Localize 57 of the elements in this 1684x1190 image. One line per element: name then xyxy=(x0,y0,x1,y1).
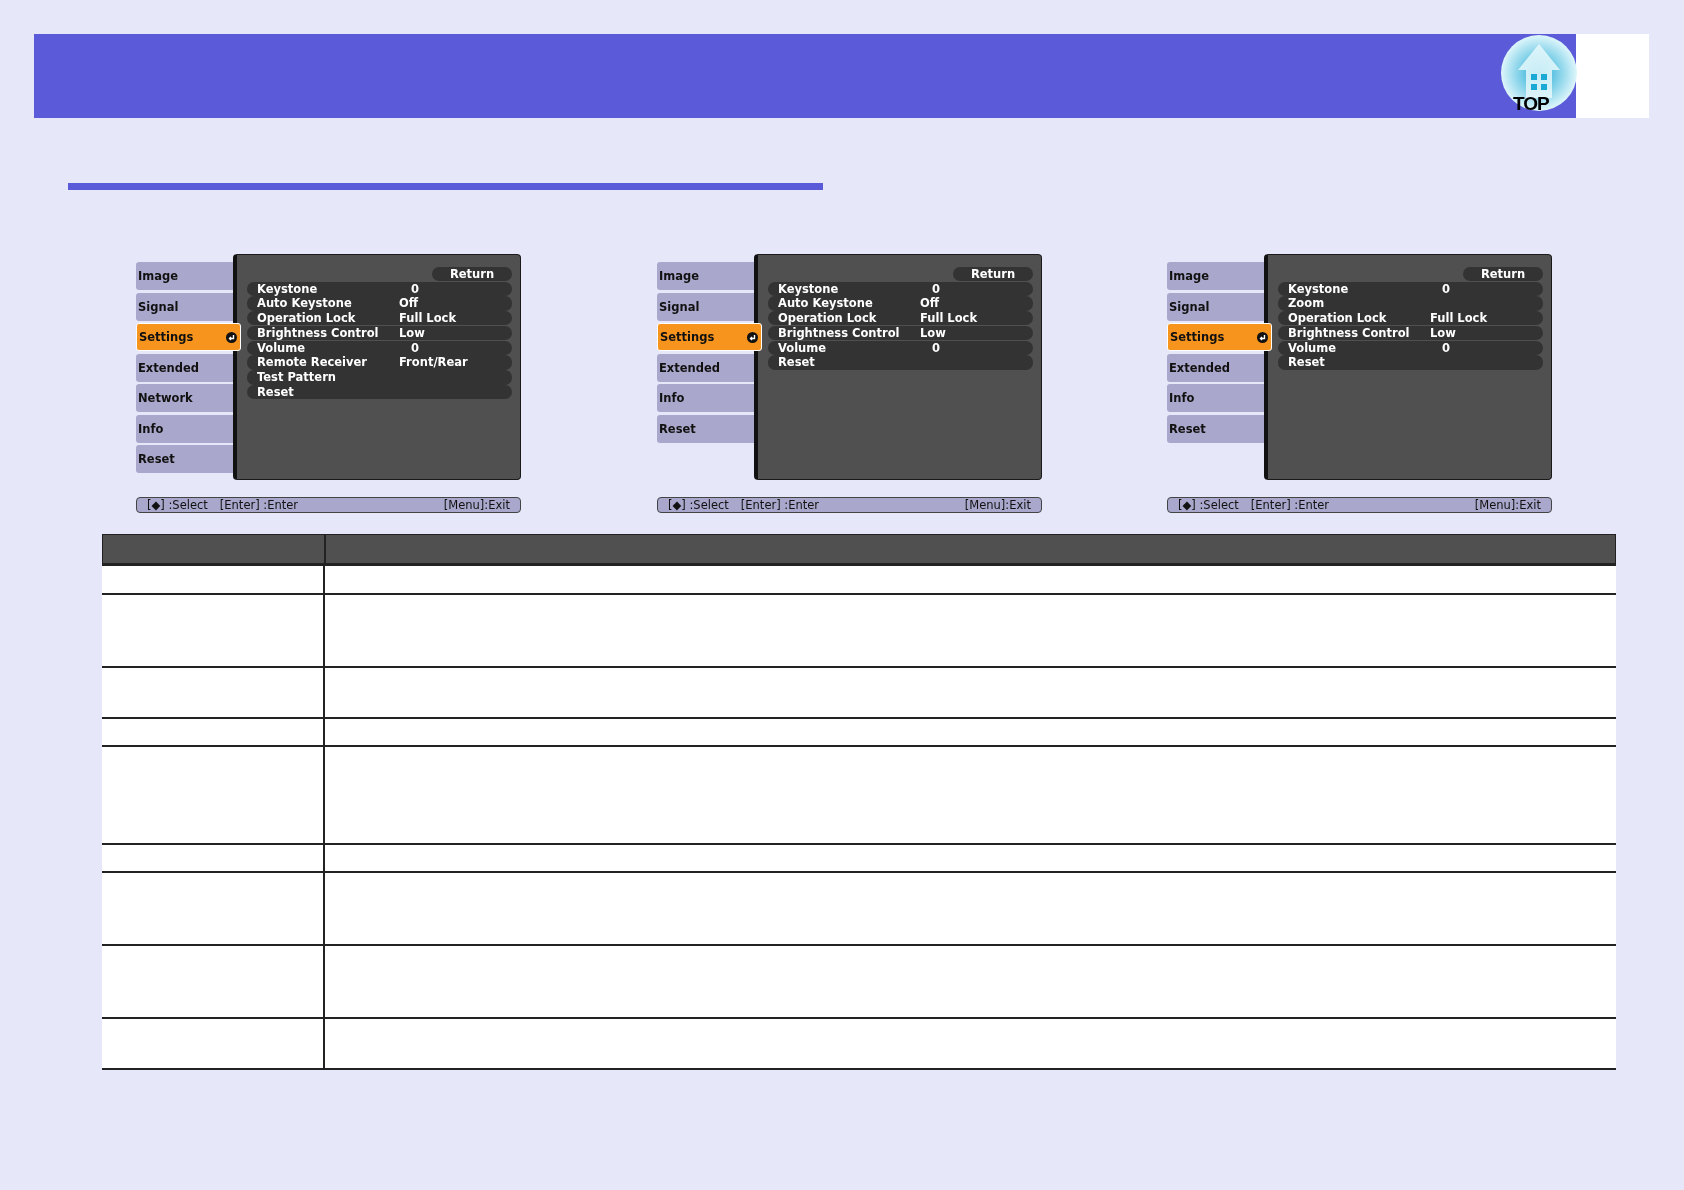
menu-tab[interactable]: Signal xyxy=(1167,292,1264,321)
menu-item[interactable]: Zoom xyxy=(1278,296,1543,311)
enter-icon xyxy=(1257,331,1268,343)
menu-tab[interactable]: Image xyxy=(1167,262,1264,290)
select-hint: [◆] :Select xyxy=(668,498,729,512)
menu-item[interactable]: Operation Lock Full Lock xyxy=(1278,311,1543,326)
menu-item[interactable]: Operation Lock Full Lock xyxy=(247,311,512,326)
menu-item[interactable]: Test Pattern xyxy=(247,370,512,385)
menu-tab[interactable]: Settings xyxy=(1167,323,1272,351)
menu-tab[interactable]: Signal xyxy=(136,292,233,321)
menu-item[interactable]: Reset xyxy=(247,385,512,400)
menu-item[interactable]: Reset xyxy=(768,355,1033,370)
menu-tab[interactable]: Image xyxy=(136,262,233,290)
menu-tab[interactable]: Image xyxy=(657,262,754,290)
menu-item[interactable]: Remote Receiver Front/Rear xyxy=(247,355,512,370)
menu-item[interactable]: Brightness Control Low xyxy=(247,325,512,341)
enter-hint: [Enter] :Enter xyxy=(219,498,299,512)
top-button[interactable]: TOP xyxy=(1500,34,1578,118)
top-label: TOP xyxy=(1513,93,1549,115)
menu-item[interactable]: Auto Keystone Off xyxy=(768,296,1033,311)
enter-hint: [Enter] :Enter xyxy=(1250,498,1330,512)
exit-hint: [Menu]:Exit xyxy=(964,498,1031,512)
menu-tab[interactable]: Info xyxy=(657,384,754,412)
menu-tab[interactable]: Extended xyxy=(657,353,754,382)
exit-hint: [Menu]:Exit xyxy=(443,498,510,512)
house-icon xyxy=(1500,34,1578,112)
menu-item[interactable]: Keystone 0 xyxy=(768,281,1033,296)
menu-item[interactable]: Keystone 0 xyxy=(1278,281,1543,296)
menu-item[interactable]: Keystone 0 xyxy=(247,281,512,296)
select-hint: [◆] :Select xyxy=(1178,498,1239,512)
menu-tab[interactable]: Settings xyxy=(136,323,241,351)
menu-item[interactable]: Brightness Control Low xyxy=(768,325,1033,341)
select-hint: [◆] :Select xyxy=(147,498,208,512)
menu-tab[interactable]: Info xyxy=(1167,384,1264,412)
enter-hint: [Enter] :Enter xyxy=(740,498,820,512)
return-item[interactable]: Return xyxy=(432,267,512,281)
return-item[interactable]: Return xyxy=(953,267,1033,281)
enter-icon xyxy=(226,331,237,343)
return-item[interactable]: Return xyxy=(1463,267,1543,281)
menu-tab[interactable]: Extended xyxy=(1167,353,1264,382)
menu-tab[interactable]: Info xyxy=(136,414,233,443)
menu-item[interactable]: Auto Keystone Off xyxy=(247,296,512,311)
menu-tab[interactable]: Reset xyxy=(657,414,754,443)
menu-tab[interactable]: Network xyxy=(136,384,233,412)
menu-item[interactable]: Reset xyxy=(1278,355,1543,370)
menu-item[interactable]: Volume 0 xyxy=(247,340,512,355)
menu-tab[interactable]: Reset xyxy=(1167,414,1264,443)
menu-item[interactable]: Volume 0 xyxy=(768,340,1033,355)
menu-tab[interactable]: Reset xyxy=(136,445,233,473)
menu-item[interactable]: Volume 0 xyxy=(1278,340,1543,355)
enter-icon xyxy=(747,331,758,343)
exit-hint: [Menu]:Exit xyxy=(1474,498,1541,512)
menu-item[interactable]: Operation Lock Full Lock xyxy=(768,311,1033,326)
menu-tab[interactable]: Signal xyxy=(657,292,754,321)
menu-tab[interactable]: Settings xyxy=(657,323,762,351)
menu-item[interactable]: Brightness Control Low xyxy=(1278,325,1543,341)
menu-tab[interactable]: Extended xyxy=(136,353,233,382)
